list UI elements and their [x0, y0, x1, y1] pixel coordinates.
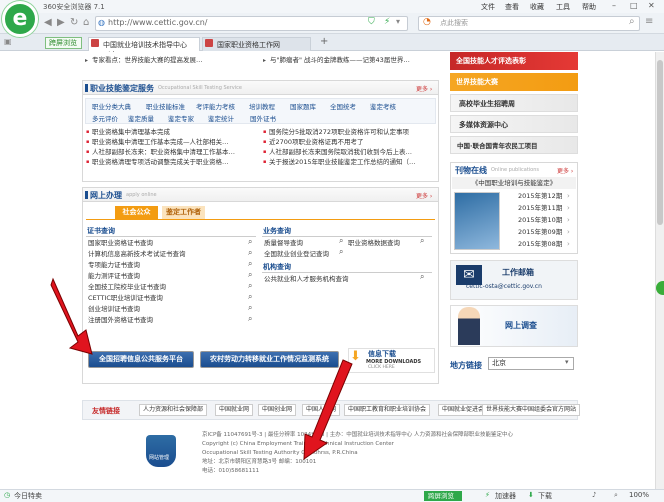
zoom-icon[interactable]: ⌕ — [614, 491, 618, 500]
search-placeholder: 点此搜索 — [440, 19, 468, 27]
menu-icon[interactable]: ≡ — [645, 16, 653, 27]
accelerator-link[interactable]: 加速器 — [495, 491, 516, 501]
download-link[interactable]: 下载 — [538, 491, 552, 501]
clock-icon: ◷ — [4, 491, 11, 499]
app-title: 360安全浏览器 7.1 — [43, 3, 105, 11]
webpage: ▸ 专家看点：世界技能大赛的提高发展… ▸ 与"肺瘤者" 战斗的金牌教练——记第… — [0, 52, 655, 489]
menu-view[interactable]: 查看 — [505, 2, 519, 12]
close-icon[interactable]: ✕ — [648, 1, 655, 10]
globe-icon: ◍ — [98, 18, 105, 27]
scrollbar-thumb[interactable] — [657, 60, 663, 225]
menu-tools[interactable]: 工具 — [556, 2, 570, 12]
search-icon[interactable]: ⌕ — [629, 16, 635, 27]
menu-favorites[interactable]: 收藏 — [530, 2, 544, 12]
back-icon[interactable]: ◀ — [44, 17, 52, 28]
menu-help[interactable]: 帮助 — [582, 2, 596, 12]
accelerator-icon: ⚡ — [485, 491, 490, 499]
annotation-arrow-down — [303, 359, 353, 460]
browser-logo-icon[interactable]: e — [2, 1, 38, 37]
annotation-arrows — [50, 277, 353, 460]
tab-cettic[interactable]: 中国就业培训技术指导中心（人... — [88, 37, 200, 59]
today-deals-link[interactable]: 今日特卖 — [14, 491, 42, 501]
status-bar — [0, 489, 664, 502]
refresh-icon[interactable]: ↻ — [70, 17, 78, 28]
sidebar-toggle-icon[interactable]: ▣ — [4, 37, 12, 46]
download-icon: ⬇ — [528, 491, 534, 499]
dropdown-icon[interactable]: ▾ — [396, 17, 400, 26]
speaker-icon[interactable]: ♪ — [592, 491, 596, 499]
menu-file[interactable]: 文件 — [481, 2, 495, 12]
status-cross-screen[interactable]: 跨屏浏览 — [424, 491, 462, 501]
minimize-icon[interactable]: – — [612, 1, 616, 10]
tab-osta-label: 国家职业资格工作网 — [217, 41, 280, 49]
cross-screen-button[interactable]: 跨屏浏览 — [45, 37, 82, 49]
zoom-level[interactable]: 100% — [629, 491, 649, 499]
maximize-icon[interactable]: □ — [630, 1, 638, 10]
tab-favicon-icon — [205, 39, 213, 47]
annotation-arrow-left — [50, 277, 93, 355]
search-engine-icon[interactable]: ◔ — [423, 17, 431, 27]
tab-favicon-icon — [91, 39, 99, 47]
url-text[interactable]: http://www.cettic.gov.cn/ — [108, 18, 208, 27]
new-tab-button[interactable]: + — [320, 36, 328, 47]
tab-osta[interactable]: 国家职业资格工作网 — [202, 37, 311, 51]
shield-icon[interactable]: ⛉ — [368, 17, 375, 27]
side-panel-handle[interactable] — [656, 281, 664, 295]
forward-icon[interactable]: ▶ — [57, 17, 65, 28]
home-icon[interactable]: ⌂ — [83, 17, 89, 28]
lightning-icon[interactable]: ⚡ — [384, 17, 390, 27]
